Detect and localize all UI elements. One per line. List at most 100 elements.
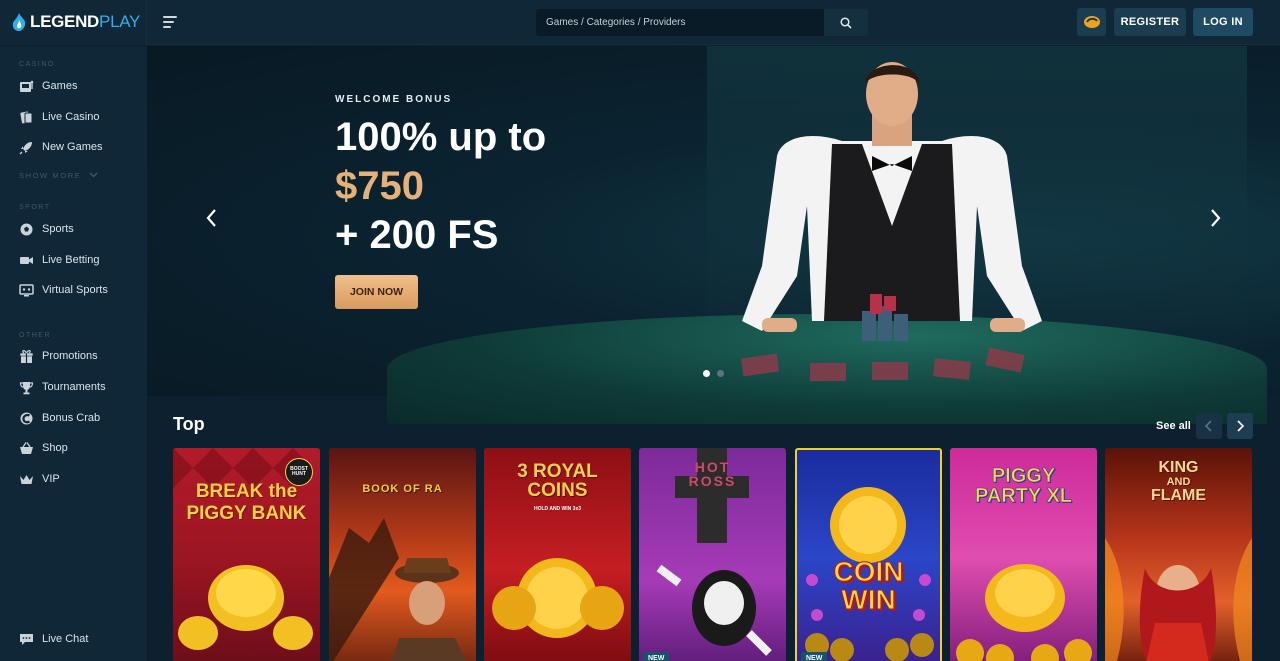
carousel-indicators	[703, 370, 724, 377]
sidebar-item-shop[interactable]: Shop	[19, 439, 68, 457]
game-title: HOT ROSS	[639, 460, 786, 488]
sidebar-item-sports[interactable]: Sports	[19, 220, 74, 238]
register-button[interactable]: REGISTER	[1114, 8, 1186, 36]
sidebar-item-label: VIP	[42, 473, 60, 485]
casino-app: LEGENDPLAY REGISTER LOG IN CASINO Games …	[0, 0, 1280, 661]
game-title: COIN WIN	[797, 556, 940, 614]
section-heading-other: OTHER	[19, 332, 51, 339]
game-title: BOOK OF RA	[329, 484, 476, 495]
sidebar-item-label: Live Betting	[42, 254, 100, 266]
hero-headline-line1: 100% up to	[335, 115, 547, 159]
new-badge: NEW	[801, 652, 828, 661]
sidebar-item-label: Virtual Sports	[42, 284, 108, 296]
search-button[interactable]	[824, 9, 868, 36]
game-card-piggy-party-xl[interactable]: PIGGY PARTY XL	[950, 448, 1097, 661]
search-bar	[536, 9, 868, 36]
game-card-hot-ross[interactable]: HOT ROSS NEW	[639, 448, 786, 661]
game-title-line: COIN	[833, 556, 904, 587]
sidebar-item-promotions[interactable]: Promotions	[19, 347, 98, 365]
games-next-button[interactable]	[1227, 413, 1253, 439]
game-subtitle: HOLD AND WIN 3x3	[533, 506, 582, 512]
login-button[interactable]: LOG IN	[1193, 8, 1253, 36]
game-title-line: HOT	[694, 459, 731, 475]
sidebar-item-live-casino[interactable]: Live Casino	[19, 108, 99, 126]
search-input[interactable]	[536, 9, 824, 36]
sidebar-item-label: New Games	[42, 141, 103, 153]
flame-logo-icon	[12, 13, 26, 31]
brand-logo[interactable]: LEGEND PLAY	[0, 0, 147, 45]
game-title-line: ROSS	[688, 473, 737, 489]
top-bar: LEGENDPLAY REGISTER LOG IN	[0, 0, 1280, 45]
chevron-left-icon	[206, 209, 216, 227]
section-heading-casino: CASINO	[19, 61, 55, 68]
hero-headline-line3: + 200 FS	[335, 213, 499, 257]
sidebar-item-vip[interactable]: VIP	[19, 470, 60, 488]
game-card-coin-win[interactable]: COIN WIN NEW	[795, 448, 942, 661]
sidebar-item-new-games[interactable]: New Games	[19, 138, 103, 156]
top-games-row: BREAK the PIGGY BANK BOOST HUNT BOOK OF …	[173, 448, 1253, 661]
hero-headline-amount: $750	[335, 164, 424, 208]
game-provider-badge: BOOST HUNT	[285, 458, 313, 486]
sidebar-item-tournaments[interactable]: Tournaments	[19, 378, 106, 396]
sidebar-item-virtual-sports[interactable]: Virtual Sports	[19, 281, 108, 299]
sidebar-item-label: Promotions	[42, 350, 98, 362]
bonus-crab-button[interactable]	[1077, 8, 1106, 36]
hamburger-line	[163, 26, 171, 28]
sidebar-item-live-betting[interactable]: Live Betting	[19, 251, 99, 269]
crown-icon	[20, 474, 33, 484]
brand-name-play: PLAY	[99, 12, 141, 31]
sidebar: CASINO Games Live Casino New Games SHOW …	[0, 46, 147, 661]
sidebar-item-label: Bonus Crab	[42, 412, 101, 424]
game-title-line: FLAME	[1150, 487, 1207, 505]
game-title-line: PIGGY BANK	[186, 503, 307, 524]
carousel-dot-1[interactable]	[703, 370, 710, 377]
monitor-icon	[19, 283, 34, 296]
rocket-icon	[19, 141, 32, 154]
soccer-ball-icon	[20, 223, 33, 235]
section-heading-sport: SPORT	[19, 204, 51, 211]
main-content: WELCOME BONUS 100% up to $750 + 200 FS J…	[147, 46, 1280, 661]
trophy-icon	[19, 381, 34, 394]
crab-icon	[20, 412, 33, 424]
basket-icon	[20, 441, 33, 454]
game-card-break-the-piggy-bank[interactable]: BREAK the PIGGY BANK BOOST HUNT	[173, 448, 320, 661]
menu-toggle-button[interactable]	[163, 16, 177, 28]
gift-icon	[19, 349, 34, 363]
game-title-line: KING	[1158, 459, 1199, 476]
slot-machine-icon	[20, 80, 34, 92]
sidebar-item-label: Sports	[42, 223, 74, 235]
game-title: BREAK the PIGGY BANK	[173, 482, 320, 523]
brand-name-legend: LEGEND	[30, 12, 100, 31]
carousel-next-button[interactable]	[1205, 206, 1225, 230]
chevron-right-icon	[1237, 420, 1245, 432]
hamburger-icon	[163, 16, 177, 18]
show-more-link[interactable]: SHOW MORE	[19, 171, 98, 180]
new-badge: NEW	[643, 652, 670, 661]
live-chat-button[interactable]: Live Chat	[19, 630, 88, 648]
chevron-down-icon	[89, 172, 98, 178]
game-title-line: 3 ROYAL	[517, 461, 598, 482]
game-card-book-of-ra[interactable]: BOOK OF RA	[329, 448, 476, 661]
game-title: PIGGY PARTY XL	[950, 465, 1097, 507]
sidebar-item-games[interactable]: Games	[19, 77, 77, 95]
chevron-left-icon	[1204, 420, 1212, 432]
game-title-line: PIGGY	[991, 465, 1056, 487]
hamburger-line	[163, 21, 174, 23]
join-now-button[interactable]: JOIN NOW	[335, 275, 418, 309]
game-card-3-royal-coins[interactable]: 3 ROYAL COINS HOLD AND WIN 3x3	[484, 448, 631, 661]
carousel-prev-button[interactable]	[202, 206, 222, 230]
video-camera-icon	[20, 256, 33, 264]
carousel-dot-2[interactable]	[717, 370, 724, 377]
sidebar-item-bonus-crab[interactable]: Bonus Crab	[19, 409, 100, 427]
cards-icon	[20, 111, 33, 123]
hero-banner: WELCOME BONUS 100% up to $750 + 200 FS J…	[147, 46, 1280, 424]
dealer-illustration	[740, 62, 1042, 381]
sidebar-item-label: Games	[42, 80, 78, 92]
show-more-label: SHOW MORE	[19, 171, 82, 180]
see-all-link[interactable]: See all	[1156, 420, 1191, 432]
game-title: KING AND FLAME	[1105, 459, 1252, 505]
games-prev-button[interactable]	[1196, 413, 1222, 439]
hero-kicker: WELCOME BONUS	[335, 94, 453, 105]
game-card-king-and-flame[interactable]: KING AND FLAME	[1105, 448, 1252, 661]
search-icon	[840, 16, 852, 29]
